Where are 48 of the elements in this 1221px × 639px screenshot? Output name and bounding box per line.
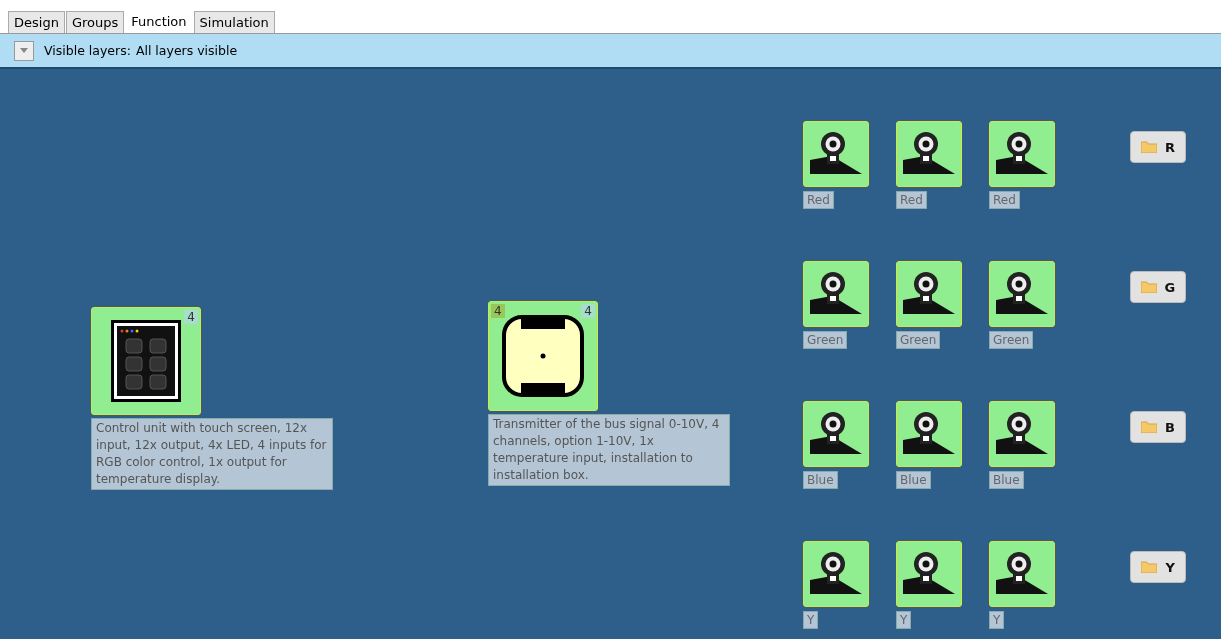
lamp-label: Red	[803, 191, 834, 209]
lamp-tile[interactable]	[989, 121, 1055, 187]
tab[interactable]: Groups	[65, 11, 125, 33]
lamp-label: Green	[803, 331, 848, 349]
lamp-tile[interactable]	[803, 541, 869, 607]
group-button[interactable]: B	[1130, 411, 1186, 443]
lamp-label: Red	[896, 191, 927, 209]
lamp-label: Green	[896, 331, 941, 349]
lamp-label: Green	[989, 331, 1034, 349]
folder-icon	[1141, 141, 1157, 153]
lamp-tile[interactable]	[896, 261, 962, 327]
transmitter-icon	[501, 314, 585, 398]
channel-count: 4	[491, 304, 505, 318]
lamp-tile[interactable]	[989, 541, 1055, 607]
lamp-tile[interactable]	[989, 261, 1055, 327]
touch-panel-icon	[110, 319, 182, 403]
group-button[interactable]: Y	[1130, 551, 1186, 583]
lamp-tile[interactable]	[989, 401, 1055, 467]
caret-icon	[20, 47, 28, 54]
tab[interactable]: Simulation	[193, 11, 275, 33]
lamp-tile[interactable]	[803, 261, 869, 327]
lamp-label: Blue	[896, 471, 931, 489]
folder-icon	[1141, 421, 1157, 433]
lamp-tile[interactable]	[803, 401, 869, 467]
folder-icon	[1141, 561, 1158, 573]
lamp-label: Y	[989, 611, 1005, 629]
device-tile[interactable]: 4 4	[488, 301, 598, 411]
layers-value: All layers visible	[135, 43, 238, 58]
dropdown-button[interactable]	[14, 40, 34, 61]
device-description: Control unit with touch screen, 12x input, 12x output, 4x LED, 4 inputs for RGB color control, 1x output for temperature display.	[91, 418, 333, 490]
group-button[interactable]: G	[1130, 271, 1186, 303]
folder-icon	[1140, 281, 1157, 293]
lamp-tile[interactable]	[896, 541, 962, 607]
lamp-tile[interactable]	[896, 401, 962, 467]
lamp-tile[interactable]	[896, 121, 962, 187]
device-tile[interactable]: 4	[91, 307, 201, 415]
layers-label: Visible layers:	[44, 43, 131, 58]
lamp-label: Blue	[989, 471, 1024, 489]
lamp-label: Blue	[803, 471, 838, 489]
channel-count: 4	[184, 310, 198, 324]
tab[interactable]: Design	[8, 11, 65, 33]
channel-count: 4	[581, 304, 595, 318]
device-description: Transmitter of the bus signal 0-10V, 4 channels, option 1-10V, 1x temperature input, installation to installation box.	[488, 414, 730, 486]
lamp-label: Red	[989, 191, 1020, 209]
lamp-label: Y	[803, 611, 819, 629]
group-button[interactable]: R	[1130, 131, 1186, 163]
lamp-label: Y	[896, 611, 912, 629]
lamp-tile[interactable]	[803, 121, 869, 187]
